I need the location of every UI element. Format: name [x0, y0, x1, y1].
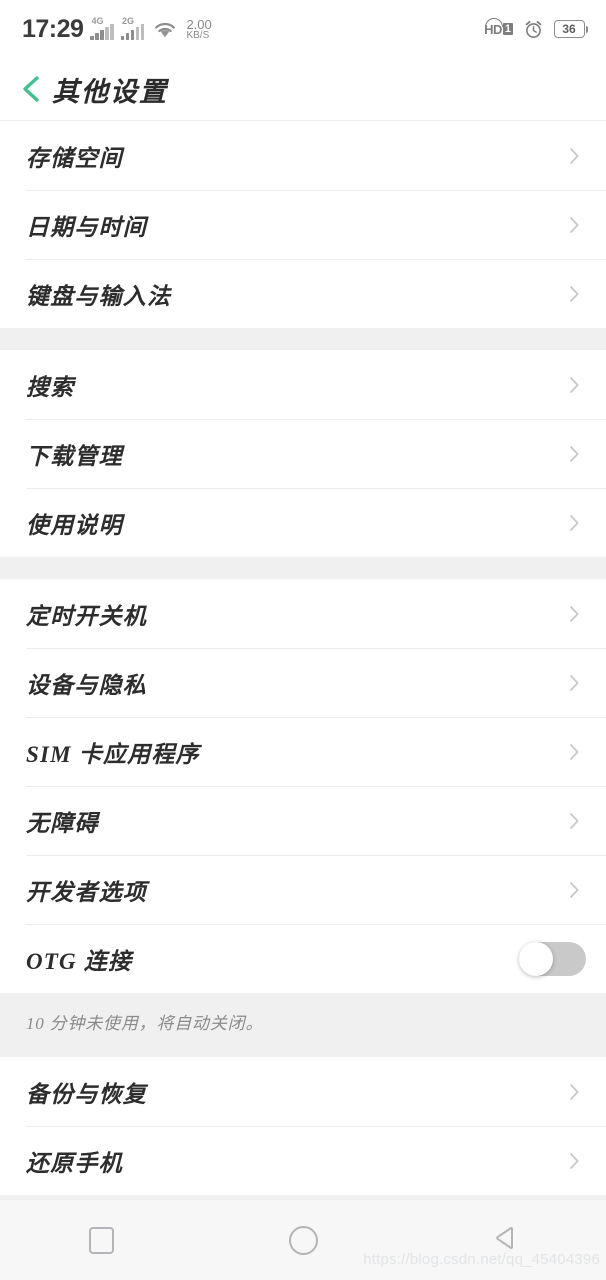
square-recents-icon: [88, 1226, 114, 1254]
row-label: 搜索: [26, 374, 75, 400]
chevron-right-icon: [569, 880, 580, 900]
settings-group-4: 备份与恢复 还原手机: [0, 1057, 606, 1195]
chevron-right-icon: [569, 146, 580, 166]
settings-row-keyboard-input[interactable]: 键盘与输入法: [0, 259, 606, 328]
status-time: 17:29: [22, 14, 84, 43]
chevron-right-icon: [569, 513, 580, 533]
settings-row-date-time[interactable]: 日期与时间: [0, 190, 606, 259]
settings-row-user-guide[interactable]: 使用说明: [0, 488, 606, 557]
settings-list[interactable]: 存储空间 日期与时间 键盘与输入法 搜索 下载管理 使用说明 定时开关机 设备与…: [0, 120, 606, 1217]
settings-row-device-privacy[interactable]: 设备与隐私: [0, 648, 606, 717]
settings-row-backup-restore[interactable]: 备份与恢复: [0, 1057, 606, 1126]
row-label: 设备与隐私: [26, 672, 147, 698]
row-label: OTG 连接: [26, 948, 133, 974]
chevron-right-icon: [569, 673, 580, 693]
settings-row-search[interactable]: 搜索: [0, 350, 606, 419]
row-label: 定时开关机: [26, 603, 147, 629]
otg-toggle-knob: [519, 941, 553, 976]
row-label: 还原手机: [26, 1150, 123, 1176]
back-chevron-icon[interactable]: [18, 74, 44, 104]
row-label: SIM 卡应用程序: [26, 741, 200, 767]
network-speed-unit: KB/S: [186, 29, 210, 41]
group-separator: [0, 328, 606, 350]
row-label: 开发者选项: [26, 879, 147, 905]
nav-recents-button[interactable]: [61, 1200, 141, 1280]
page-header: 其他设置: [0, 58, 606, 120]
settings-row-otg-connection[interactable]: OTG 连接: [0, 924, 606, 993]
chevron-right-icon: [569, 444, 580, 464]
status-bar-left: 17:29 4G 2G 2.00 KB/S: [22, 15, 212, 44]
row-label: 备份与恢复: [26, 1081, 147, 1107]
chevron-right-icon: [569, 284, 580, 304]
status-bar-right: HD 1 36: [484, 17, 588, 39]
volte-hd-icon: HD 1: [484, 17, 513, 37]
otg-footer-note: 10 分钟未使用，将自动关闭。: [0, 993, 606, 1057]
page-title: 其他设置: [52, 76, 168, 107]
group-separator: [0, 557, 606, 579]
volte-sim-number: 1: [502, 23, 513, 35]
nav-back-button[interactable]: [465, 1200, 545, 1280]
row-label: 键盘与输入法: [26, 283, 172, 309]
system-navigation-bar: [0, 1200, 606, 1280]
alarm-clock-icon: [524, 20, 543, 39]
settings-group-3: 定时开关机 设备与隐私 SIM 卡应用程序 无障碍 开发者选项 OTG 连接: [0, 579, 606, 993]
otg-toggle-switch[interactable]: [519, 941, 586, 976]
row-label: 下载管理: [26, 443, 123, 469]
settings-group-1: 存储空间 日期与时间 键盘与输入法: [0, 120, 606, 328]
chevron-right-icon: [569, 1151, 580, 1171]
otg-footer-note-text: 10 分钟未使用，将自动关闭。: [26, 1014, 264, 1033]
settings-row-sim-applications[interactable]: SIM 卡应用程序: [0, 717, 606, 786]
signal-4g-bars: [90, 24, 114, 40]
settings-row-download-manager[interactable]: 下载管理: [0, 419, 606, 488]
row-label: 无障碍: [26, 810, 99, 836]
chevron-right-icon: [569, 742, 580, 762]
chevron-right-icon: [569, 1082, 580, 1102]
chevron-right-icon: [569, 811, 580, 831]
signal-2g-indicator: 2G: [120, 16, 145, 40]
battery-cap: [585, 25, 588, 33]
battery-percent: 36: [562, 22, 576, 36]
chevron-right-icon: [569, 215, 580, 235]
battery-indicator: 36: [553, 20, 588, 38]
signal-2g-bars: [120, 24, 145, 40]
row-label: 日期与时间: [26, 214, 147, 240]
settings-row-reset-phone[interactable]: 还原手机: [0, 1126, 606, 1195]
circle-home-icon: [288, 1225, 318, 1255]
status-bar: 17:29 4G 2G 2.00 KB/S HD 1 36: [0, 0, 606, 58]
settings-row-scheduled-power[interactable]: 定时开关机: [0, 579, 606, 648]
settings-row-storage[interactable]: 存储空间: [0, 121, 606, 190]
settings-group-2: 搜索 下载管理 使用说明: [0, 350, 606, 557]
row-label: 使用说明: [26, 512, 123, 538]
signal-4g-indicator: 4G: [90, 16, 114, 40]
nav-home-button[interactable]: [263, 1200, 343, 1280]
network-speed: 2.00 KB/S: [186, 18, 211, 41]
settings-row-accessibility[interactable]: 无障碍: [0, 786, 606, 855]
chevron-right-icon: [569, 375, 580, 395]
network-speed-value: 2.00: [186, 16, 212, 32]
wifi-icon: [153, 20, 177, 39]
signal-4g-label: 4G: [91, 16, 104, 26]
signal-2g-label: 2G: [121, 16, 134, 26]
settings-row-developer-options[interactable]: 开发者选项: [0, 855, 606, 924]
chevron-right-icon: [569, 604, 580, 624]
row-label: 存储空间: [26, 145, 123, 171]
triangle-back-icon: [490, 1223, 520, 1258]
